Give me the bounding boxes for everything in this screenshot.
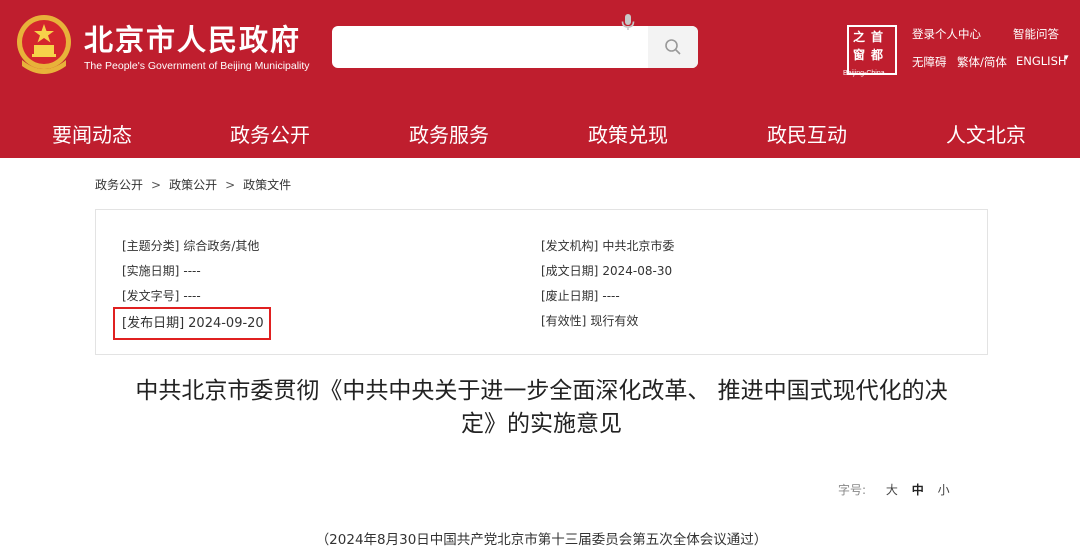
font-size-label: 字号:: [838, 483, 867, 497]
microphone-icon[interactable]: [618, 12, 638, 32]
nav-item-gov-services[interactable]: 政务服务: [409, 119, 489, 148]
meta-label: [成文日期]: [541, 264, 599, 278]
meta-validity: [有效性] 现行有效: [541, 312, 638, 329]
meta-topic: [主题分类] 综合政务/其他: [122, 237, 259, 254]
meta-label: [有效性]: [541, 314, 587, 328]
english-link[interactable]: ENGLISH: [1016, 54, 1067, 68]
meta-value: ----: [602, 289, 620, 303]
logo-char: 首: [871, 30, 884, 44]
breadcrumb: 政务公开 > 政策公开 > 政策文件: [95, 176, 291, 193]
nav-item-interaction[interactable]: 政民互动: [767, 119, 847, 148]
breadcrumb-separator: >: [151, 178, 162, 192]
meta-written-date: [成文日期] 2024-08-30: [541, 262, 672, 279]
search-box: [332, 26, 698, 68]
meta-value: 现行有效: [590, 314, 639, 328]
smart-qa-link[interactable]: 智能问答: [1013, 26, 1059, 42]
meta-label: [废止日期]: [541, 289, 599, 303]
national-emblem-icon[interactable]: [14, 12, 74, 78]
site-subtitle: The People's Government of Beijing Munic…: [84, 60, 310, 72]
document-title-line: 定》的实施意见: [461, 411, 622, 437]
nav-item-humanities[interactable]: 人文北京: [946, 119, 1026, 148]
meta-label: [发文机构]: [541, 239, 599, 253]
meta-issuer: [发文机构] 中共北京市委: [541, 237, 674, 254]
main-nav: 要闻动态 政务公开 政务服务 政策兑现 政民互动 人文北京: [0, 106, 1080, 158]
meta-value: ----: [183, 289, 201, 303]
logo-char: 之: [853, 30, 866, 44]
font-size-selector: 字号: 大 中 小: [838, 481, 950, 498]
meta-label: [实施日期]: [122, 264, 180, 278]
meta-value: 综合政务/其他: [183, 239, 260, 253]
meta-label: [发文字号]: [122, 289, 180, 303]
search-input[interactable]: [332, 26, 648, 68]
breadcrumb-item[interactable]: 政策文件: [243, 178, 291, 192]
logo-caption: Beijing-China: [843, 70, 885, 77]
meta-impl-date: [实施日期] ----: [122, 262, 201, 279]
meta-value: ----: [183, 264, 201, 278]
search-icon: [665, 39, 681, 55]
breadcrumb-item[interactable]: 政务公开: [95, 178, 143, 192]
meta-doc-number: [发文字号] ----: [122, 287, 201, 304]
font-size-medium-button[interactable]: 中: [902, 483, 924, 497]
search-button[interactable]: [648, 26, 698, 68]
site-title[interactable]: 北京市人民政府: [84, 17, 301, 59]
font-size-large-button[interactable]: 大: [870, 483, 898, 497]
capital-window-logo[interactable]: 首 都 之 窗: [847, 25, 897, 75]
meta-repeal-date: [废止日期] ----: [541, 287, 620, 304]
logo-char: 窗: [853, 48, 866, 62]
meta-value: 中共北京市委: [602, 239, 675, 253]
meta-value: 2024-08-30: [602, 264, 673, 278]
document-adoption-note: （2024年8月30日中国共产党北京市第十三届委员会第五次全体会议通过）: [315, 532, 768, 548]
meta-label: [主题分类]: [122, 239, 180, 253]
login-link[interactable]: 登录个人中心: [912, 26, 981, 42]
document-title: 中共北京市委贯彻《中共中央关于进一步全面深化改革、 推进中国式现代化的决 定》的…: [95, 375, 988, 441]
nav-item-policy-fulfillment[interactable]: 政策兑现: [588, 119, 668, 148]
breadcrumb-separator: >: [225, 178, 236, 192]
breadcrumb-item[interactable]: 政策公开: [169, 178, 217, 192]
chevron-down-icon[interactable]: ▾: [1064, 53, 1069, 63]
accessibility-link[interactable]: 无障碍: [912, 54, 947, 70]
nav-item-gov-affairs-disclosure[interactable]: 政务公开: [230, 119, 310, 148]
publish-date-highlight-box: [113, 307, 271, 340]
font-size-small-button[interactable]: 小: [928, 483, 950, 497]
logo-char: 都: [871, 48, 884, 62]
nav-item-news[interactable]: 要闻动态: [52, 119, 132, 148]
document-title-line: 中共北京市委贯彻《中共中央关于进一步全面深化改革、 推进中国式现代化的决: [135, 378, 948, 404]
trad-simp-toggle[interactable]: 繁体/简体: [957, 54, 1007, 70]
